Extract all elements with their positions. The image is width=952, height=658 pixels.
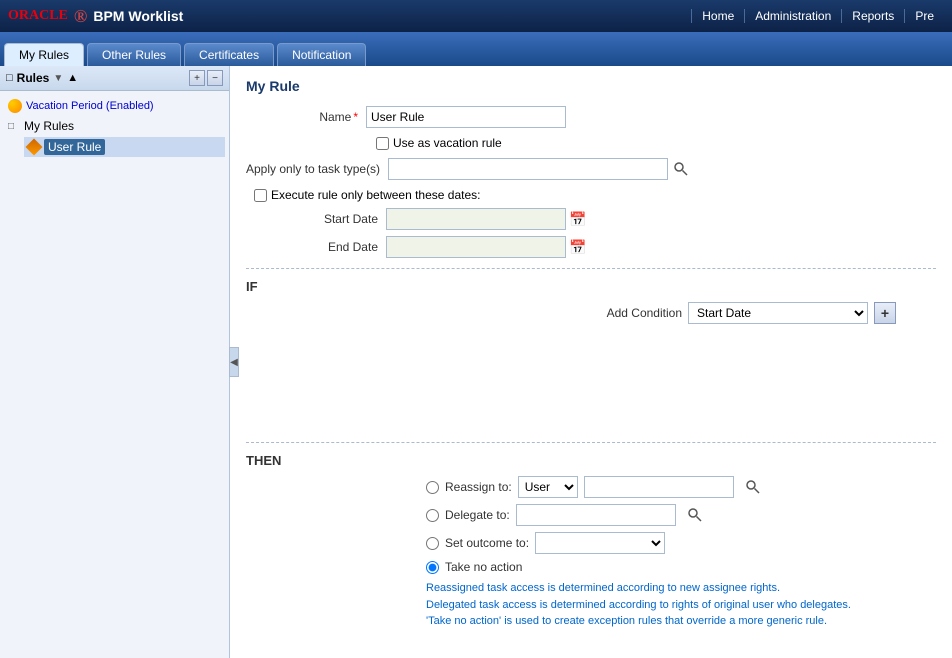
vacation-period-label[interactable]: Vacation Period (Enabled) [26, 100, 154, 112]
end-date-input[interactable] [386, 236, 566, 258]
left-panel: □ Rules ▼ ▲ + − Vacation Period (Enabled… [0, 66, 230, 658]
expand-icon[interactable]: ▲ [67, 72, 78, 84]
name-label: Name* [246, 110, 366, 124]
apply-input[interactable] [388, 158, 668, 180]
condition-row: Add Condition Start Date End Date Priori… [246, 302, 936, 324]
reassign-label: Reassign to: [445, 480, 512, 494]
add-condition-label: Add Condition [607, 306, 682, 320]
top-nav: Home Administration Reports Pre [691, 9, 944, 23]
tab-my-rules[interactable]: My Rules [4, 43, 84, 66]
delegate-label: Delegate to: [445, 508, 510, 522]
tree-vacation-period[interactable]: Vacation Period (Enabled) [4, 97, 225, 115]
reassign-radio[interactable] [426, 481, 439, 494]
start-date-row: Start Date 📅 [306, 208, 936, 230]
apply-label: Apply only to task type(s) [246, 162, 388, 176]
nav-home[interactable]: Home [691, 9, 744, 23]
delegate-search-icon[interactable] [685, 505, 705, 525]
start-date-calendar-icon[interactable]: 📅 [568, 209, 588, 229]
add-rule-button[interactable]: + [189, 70, 205, 86]
info-text-area: Reassigned task access is determined acc… [426, 580, 936, 630]
tree-area: Vacation Period (Enabled) □ My Rules Use… [0, 91, 229, 658]
nav-reports[interactable]: Reports [841, 9, 904, 23]
then-section: Reassign to: User Group Role Delegate to… [246, 476, 936, 630]
expand-my-rules[interactable]: □ [8, 121, 20, 132]
set-outcome-label: Set outcome to: [445, 536, 529, 550]
take-no-action-radio[interactable] [426, 561, 439, 574]
tree-user-rule[interactable]: User Rule [24, 137, 225, 157]
set-outcome-radio[interactable] [426, 537, 439, 550]
condition-select[interactable]: Start Date End Date Priority Title Assig… [688, 302, 868, 324]
then-divider [246, 442, 936, 443]
my-rules-label[interactable]: My Rules [24, 119, 74, 133]
delegate-value-input[interactable] [516, 504, 676, 526]
oracle-logo: ORACLE [8, 8, 68, 24]
top-header: ORACLE ® BPM Worklist Home Administratio… [0, 0, 952, 32]
info-line-2: Delegated task access is determined acco… [426, 597, 936, 614]
tab-notification[interactable]: Notification [277, 43, 366, 66]
delegate-row: Delegate to: [426, 504, 936, 526]
collapse-panel-handle[interactable]: ◀ [229, 347, 239, 377]
page-title: My Rule [246, 78, 936, 94]
user-rule-label[interactable]: User Rule [44, 139, 105, 155]
then-heading: THEN [246, 453, 936, 468]
name-required: * [353, 110, 358, 124]
reassign-row: Reassign to: User Group Role [426, 476, 936, 498]
reassign-value-input[interactable] [584, 476, 734, 498]
name-row: Name* [246, 106, 936, 128]
remove-rule-button[interactable]: − [207, 70, 223, 86]
delegate-radio[interactable] [426, 509, 439, 522]
tab-certificates[interactable]: Certificates [184, 43, 274, 66]
end-date-label: End Date [306, 240, 386, 254]
ball-icon [8, 99, 22, 113]
execute-rule-checkbox[interactable] [254, 189, 267, 202]
start-date-input[interactable] [386, 208, 566, 230]
end-date-row: End Date 📅 [306, 236, 936, 258]
take-no-action-label: Take no action [445, 560, 522, 574]
tree-my-rules[interactable]: □ My Rules [4, 117, 225, 135]
panel-header: □ Rules ▼ ▲ + − [0, 66, 229, 91]
vacation-checkbox-row: Use as vacation rule [376, 136, 936, 150]
sort-icon[interactable]: ▼ [53, 73, 63, 84]
execute-rule-label: Execute rule only between these dates: [271, 188, 480, 202]
vacation-checkbox[interactable] [376, 137, 389, 150]
take-no-action-row: Take no action [426, 560, 936, 574]
task-search-icon[interactable] [671, 159, 691, 179]
if-heading: IF [246, 279, 936, 294]
start-date-label: Start Date [306, 212, 386, 226]
info-line-1: Reassigned task access is determined acc… [426, 580, 936, 597]
name-input[interactable] [366, 106, 566, 128]
app-title: BPM Worklist [93, 8, 183, 24]
if-content-area [246, 332, 936, 432]
nav-pre[interactable]: Pre [904, 9, 944, 23]
apply-row: Apply only to task type(s) [246, 158, 936, 180]
main-layout: □ Rules ▼ ▲ + − Vacation Period (Enabled… [0, 66, 952, 658]
if-divider [246, 268, 936, 269]
panel-controls: + − [189, 70, 223, 86]
set-outcome-select[interactable] [535, 532, 665, 554]
nav-administration[interactable]: Administration [744, 9, 841, 23]
tab-other-rules[interactable]: Other Rules [87, 43, 181, 66]
reassign-search-icon[interactable] [743, 477, 763, 497]
end-date-calendar-icon[interactable]: 📅 [568, 237, 588, 257]
collapse-icon[interactable]: □ [6, 72, 13, 84]
set-outcome-row: Set outcome to: [426, 532, 936, 554]
execute-rule-row: Execute rule only between these dates: [246, 188, 936, 202]
panel-title: □ Rules ▼ ▲ [6, 71, 78, 85]
right-panel: My Rule Name* Use as vacation rule Apply… [230, 66, 952, 658]
tab-bar: My Rules Other Rules Certificates Notifi… [0, 32, 952, 66]
rules-title: Rules [17, 71, 50, 85]
logo-area: ORACLE ® BPM Worklist [8, 6, 183, 27]
info-line-3: 'Take no action' is used to create excep… [426, 613, 936, 630]
reassign-type-select[interactable]: User Group Role [518, 476, 578, 498]
diamond-icon [26, 139, 43, 156]
add-condition-button[interactable]: + [874, 302, 896, 324]
vacation-label: Use as vacation rule [393, 136, 502, 150]
